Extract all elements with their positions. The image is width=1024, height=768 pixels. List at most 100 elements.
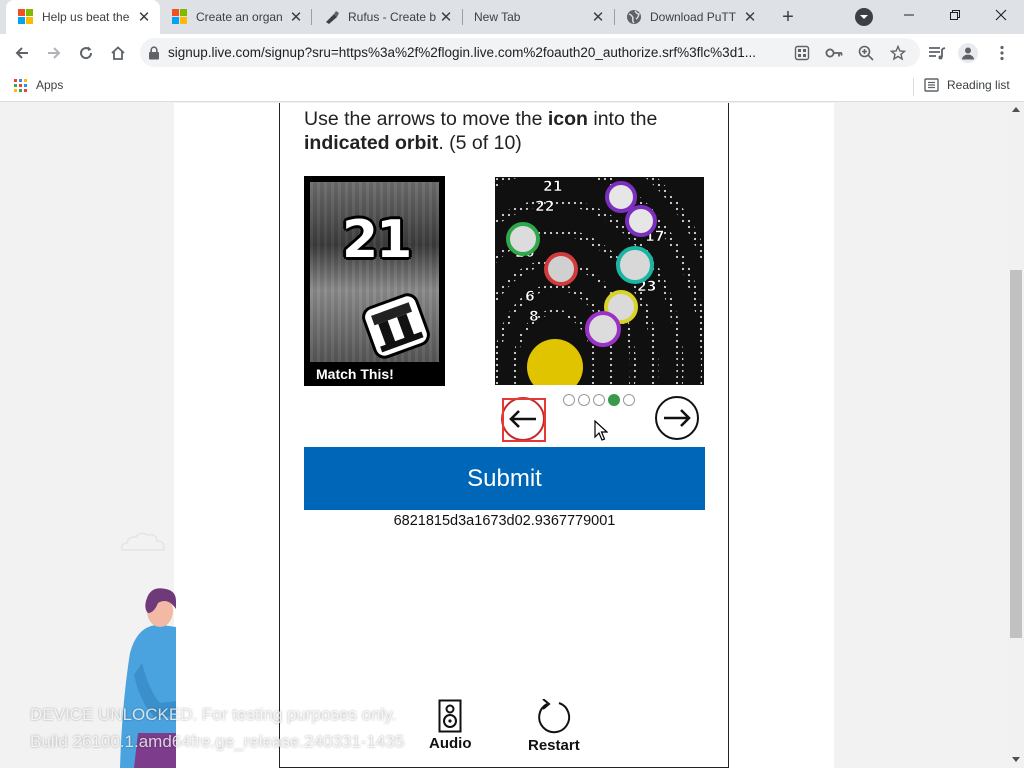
- session-id: 6821815d3a1673d02.9367779001: [393, 513, 616, 529]
- progress-dot: [608, 394, 620, 406]
- tab-title: Download PuTT: [650, 10, 737, 24]
- close-tab-icon[interactable]: ✕: [438, 9, 454, 26]
- audio-button[interactable]: Audio: [429, 699, 472, 752]
- restore-button[interactable]: [932, 0, 978, 30]
- forward-button[interactable]: [40, 39, 68, 67]
- orbit-label: 21: [543, 179, 562, 195]
- progress-dots: [563, 394, 635, 406]
- close-tab-icon[interactable]: ✕: [136, 9, 152, 26]
- minimize-button[interactable]: [886, 0, 932, 30]
- progress-dot: [563, 394, 575, 406]
- progress-dot: [593, 394, 605, 406]
- home-button[interactable]: [104, 39, 132, 67]
- match-target-image: 21: [310, 182, 439, 362]
- microsoft-logo-icon: [172, 9, 188, 25]
- tab-download-putty[interactable]: Download PuTT ✕: [614, 0, 766, 34]
- instruction-emphasis: icon: [547, 108, 588, 130]
- match-target-number: 21: [342, 210, 412, 270]
- restart-label: Restart: [528, 737, 580, 754]
- globe-icon: [626, 9, 642, 25]
- zoom-icon[interactable]: [856, 43, 876, 63]
- star-icon[interactable]: [888, 43, 908, 63]
- cloud-illustration: [120, 532, 165, 551]
- close-tab-icon[interactable]: ✕: [590, 9, 606, 26]
- arrow-left-icon: [509, 410, 536, 428]
- instruction-text: into the: [587, 108, 658, 130]
- progress-dot: [578, 394, 590, 406]
- page-scrollbar[interactable]: [1008, 103, 1024, 768]
- apps-shortcut[interactable]: Apps: [14, 78, 63, 92]
- apps-label: Apps: [36, 78, 64, 92]
- captcha-challenge-panel: Use the arrows to move the icon into the…: [279, 103, 729, 768]
- chevron-down-icon: [860, 15, 868, 19]
- mouse-cursor-icon: [594, 420, 608, 441]
- scrollbar-thumb[interactable]: [1010, 270, 1022, 638]
- tab-help-us-beat[interactable]: Help us beat the ✕: [6, 0, 160, 34]
- rufus-icon: [324, 9, 340, 25]
- profile-avatar[interactable]: [958, 43, 978, 63]
- person-icon: [962, 47, 974, 60]
- reading-list-button[interactable]: Reading list: [924, 78, 1010, 92]
- watermark-line: Build 26100.1.amd64fre.ge_release.240331…: [30, 732, 405, 751]
- submit-button[interactable]: Submit: [304, 447, 705, 510]
- arrow-left-icon: [15, 47, 28, 59]
- orbit-label: 6: [525, 289, 535, 305]
- reload-button[interactable]: [72, 39, 100, 67]
- progress-dot: [623, 394, 635, 406]
- tab-title: New Tab: [474, 10, 521, 24]
- bookmarks-bar: Apps Reading list: [0, 72, 1024, 102]
- speaker-icon: [438, 699, 462, 733]
- tab-new-tab[interactable]: New Tab ✕: [462, 0, 614, 34]
- restart-icon: [537, 699, 570, 734]
- instruction-text: . (5 of 10): [438, 132, 522, 154]
- tab-title: Help us beat the: [42, 10, 130, 24]
- close-tab-icon[interactable]: ✕: [742, 9, 758, 26]
- orbit-puzzle-image[interactable]: 21 22 26 17 6 23 8: [495, 177, 704, 385]
- next-arrow-button[interactable]: [655, 396, 699, 440]
- restart-button[interactable]: Restart: [528, 699, 580, 754]
- address-bar[interactable]: signup.live.com/signup?sru=https%3a%2f%2…: [140, 38, 920, 67]
- reading-list-icon: [924, 78, 939, 92]
- close-icon: [995, 9, 1007, 21]
- tab-rufus[interactable]: Rufus - Create b ✕: [312, 0, 462, 34]
- more-vertical-icon: [1000, 45, 1004, 61]
- orbit-puzzle-graphic: 21 22 26 17 6 23 8: [495, 177, 704, 385]
- scroll-up-arrow[interactable]: [1012, 107, 1020, 112]
- microsoft-logo-icon: [18, 9, 34, 25]
- home-icon: [111, 46, 125, 60]
- back-button[interactable]: [8, 39, 36, 67]
- reload-icon: [80, 46, 93, 60]
- app-install-icon[interactable]: [792, 43, 812, 63]
- target-icon: [362, 293, 430, 359]
- media-controls-icon[interactable]: [927, 43, 947, 63]
- audio-label: Audio: [429, 735, 472, 752]
- previous-arrow-button[interactable]: [501, 397, 546, 442]
- tab-title: Rufus - Create b: [348, 10, 437, 24]
- instruction-emphasis: indicated orbit: [304, 132, 439, 154]
- match-target-frame: 21 Match This!: [304, 176, 445, 386]
- tab-title: Create an organ: [196, 10, 283, 24]
- tab-search-button[interactable]: [855, 8, 873, 26]
- browser-menu-button[interactable]: [992, 43, 1012, 63]
- match-this-label: Match This!: [316, 366, 394, 382]
- close-tab-icon[interactable]: ✕: [288, 9, 304, 26]
- scroll-down-arrow[interactable]: [1012, 757, 1020, 762]
- apps-grid-icon: [14, 78, 27, 92]
- arrow-right-icon: [664, 409, 691, 427]
- key-icon[interactable]: [824, 43, 844, 63]
- new-tab-button[interactable]: +: [776, 5, 800, 29]
- restore-icon: [950, 10, 960, 20]
- arrow-right-icon: [48, 47, 61, 59]
- bookmarks-divider: [913, 78, 914, 96]
- url-text: signup.live.com/signup?sru=https%3a%2f%2…: [168, 45, 756, 60]
- orbit-label: 22: [535, 199, 554, 215]
- tab-create-organization[interactable]: Create an organ ✕: [160, 0, 312, 34]
- close-window-button[interactable]: [978, 0, 1024, 30]
- tab-strip: Help us beat the ✕ Create an organ ✕ Ruf…: [0, 0, 1024, 34]
- instruction-text: Use the arrows to move the: [304, 108, 548, 130]
- lock-icon[interactable]: [140, 45, 168, 60]
- reading-list-label: Reading list: [947, 78, 1010, 92]
- challenge-instruction: Use the arrows to move the icon into the…: [304, 107, 714, 155]
- minimize-icon: [904, 14, 914, 16]
- device-watermark: DEVICE UNLOCKED. For testing purposes on…: [30, 701, 404, 755]
